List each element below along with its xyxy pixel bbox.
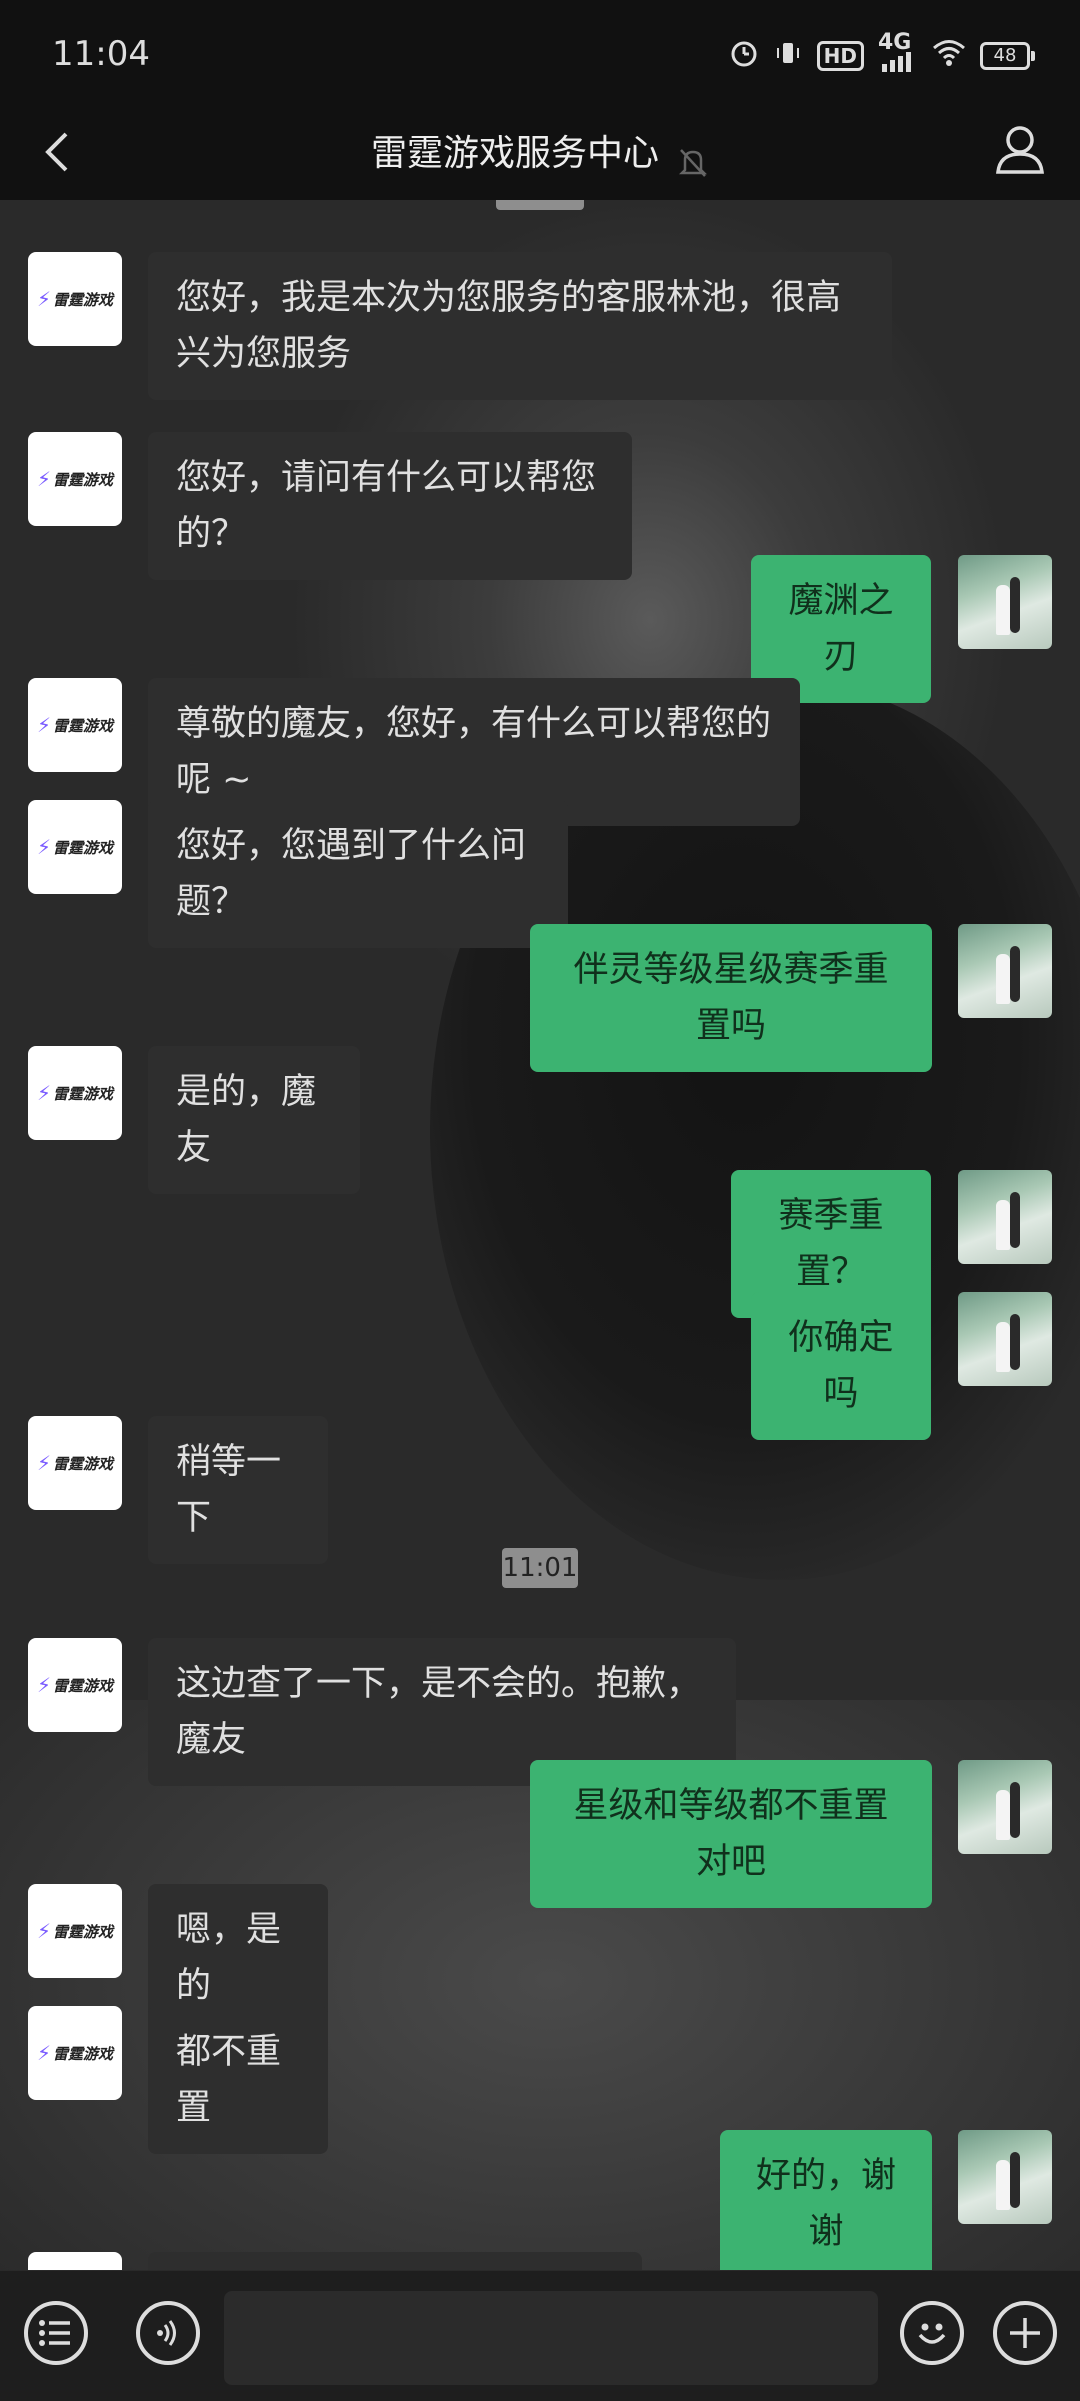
message-bubble-sent[interactable]: 你确定吗 (751, 1292, 931, 1440)
menu-button[interactable] (24, 2301, 88, 2365)
timestamp-divider: 11:01 (502, 1548, 578, 1588)
service-avatar[interactable]: ⚡ 雷霆游戏 (28, 432, 122, 526)
alarm-icon (729, 38, 759, 75)
wifi-icon (932, 39, 966, 74)
message-bubble-sent[interactable]: 星级和等级都不重置对吧 (530, 1760, 932, 1908)
hd-badge: HD (816, 41, 864, 71)
vibrate-icon (773, 38, 803, 75)
timestamp-partial (496, 200, 584, 210)
status-bar: 11:04 HD 4G 48 (0, 0, 1080, 110)
service-avatar[interactable]: ⚡ 雷霆游戏 (28, 1416, 122, 1510)
message-bubble-received[interactable]: 都不重置 (148, 2006, 328, 2154)
service-avatar[interactable]: ⚡ 雷霆游戏 (28, 252, 122, 346)
service-avatar-partial (28, 2252, 122, 2270)
service-avatar[interactable]: ⚡ 雷霆游戏 (28, 800, 122, 894)
emoji-button[interactable] (900, 2301, 964, 2365)
service-avatar[interactable]: ⚡ 雷霆游戏 (28, 1884, 122, 1978)
user-avatar[interactable] (958, 1760, 1052, 1854)
mute-bell-icon (677, 137, 709, 177)
brand-logo: ⚡ 雷霆游戏 (36, 1673, 114, 1697)
message-bubble-sent[interactable]: 好的，谢谢 (720, 2130, 932, 2270)
user-avatar[interactable] (958, 1170, 1052, 1264)
brand-logo: ⚡ 雷霆游戏 (36, 1919, 114, 1943)
brand-logo: ⚡ 雷霆游戏 (36, 713, 114, 737)
message-bubble-partial (148, 2252, 642, 2270)
message-bubble-received[interactable]: 稍等一下 (148, 1416, 328, 1564)
chat-header: 雷霆游戏服务中心 (0, 110, 1080, 201)
profile-icon (996, 126, 1044, 174)
brand-logo: ⚡ 雷霆游戏 (36, 2041, 114, 2065)
more-button[interactable] (993, 2301, 1057, 2365)
user-avatar[interactable] (958, 1292, 1052, 1386)
status-icons: HD 4G 48 (729, 32, 1035, 78)
brand-logo: ⚡ 雷霆游戏 (36, 467, 114, 491)
service-avatar[interactable]: ⚡ 雷霆游戏 (28, 1046, 122, 1140)
voice-icon (157, 2320, 176, 2346)
title-container: 雷霆游戏服务中心 (0, 122, 1080, 186)
message-bubble-received[interactable]: 您好，请问有什么可以帮您的？ (148, 432, 632, 580)
user-avatar[interactable] (958, 924, 1052, 1018)
user-avatar[interactable] (958, 555, 1052, 649)
service-avatar[interactable]: ⚡ 雷霆游戏 (28, 678, 122, 772)
signal-icon: 4G (878, 32, 918, 72)
profile-button[interactable] (988, 118, 1052, 182)
brand-logo: ⚡ 雷霆游戏 (36, 1451, 114, 1475)
message-bubble-received[interactable]: 是的，魔友 (148, 1046, 360, 1194)
brand-logo: ⚡ 雷霆游戏 (36, 835, 114, 859)
service-avatar[interactable]: ⚡ 雷霆游戏 (28, 2006, 122, 2100)
voice-button[interactable] (136, 2301, 200, 2365)
message-bubble-received[interactable]: 您好，我是本次为您服务的客服林池，很高兴为您服务 (148, 252, 892, 400)
plus-icon (1010, 2318, 1040, 2348)
service-avatar[interactable]: ⚡ 雷霆游戏 (28, 1638, 122, 1732)
battery-indicator: 48 (980, 42, 1035, 70)
menu-list-icon (39, 2320, 70, 2346)
chat-area[interactable]: ⚡ 雷霆游戏 您好，我是本次为您服务的客服林池，很高兴为您服务 ⚡ 雷霆游戏 您好，… (0, 200, 1080, 2270)
message-input[interactable] (224, 2291, 878, 2385)
input-bar (0, 2270, 1080, 2401)
message-bubble-received[interactable]: 您好，您遇到了什么问题？ (148, 800, 568, 948)
brand-logo: ⚡ 雷霆游戏 (36, 287, 114, 311)
emoji-icon (918, 2323, 946, 2344)
user-avatar[interactable] (958, 2130, 1052, 2224)
message-bubble-sent[interactable]: 伴灵等级星级赛季重置吗 (530, 924, 932, 1072)
brand-logo: ⚡ 雷霆游戏 (36, 1081, 114, 1105)
page-title: 雷霆游戏服务中心 (370, 133, 659, 174)
status-time: 11:04 (52, 34, 150, 74)
